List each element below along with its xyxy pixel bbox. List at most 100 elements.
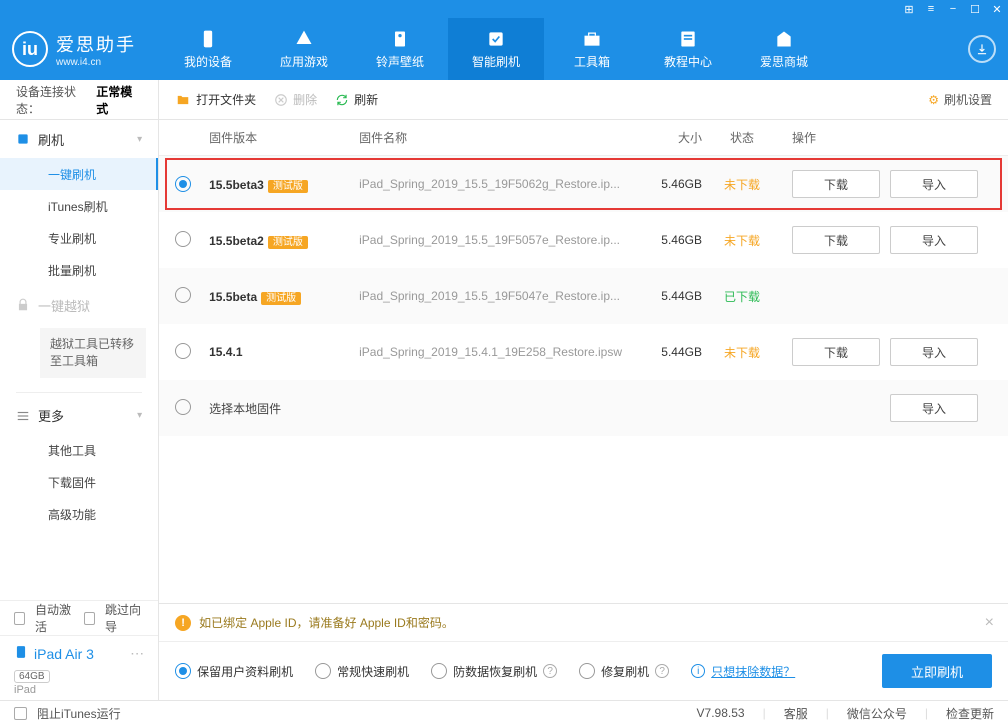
help-icon[interactable]: ? <box>655 664 669 678</box>
device-name[interactable]: iPad Air 3 <box>34 646 94 662</box>
import-button[interactable]: 导入 <box>890 338 978 366</box>
download-manager-icon[interactable] <box>968 35 996 63</box>
main-pane: 打开文件夹 删除 刷新 ⚙ 刷机设置 固件版本 固件名称 大小 状态 操作 15… <box>159 80 1008 700</box>
nav-apps[interactable]: 应用游戏 <box>256 18 352 80</box>
device-icon <box>14 644 28 663</box>
sidebar-section-more[interactable]: 更多 ▾ <box>0 397 158 435</box>
firmware-radio[interactable] <box>175 287 191 303</box>
flash-settings-button[interactable]: ⚙ 刷机设置 <box>928 91 992 108</box>
firmware-radio[interactable] <box>175 343 191 359</box>
device-more-icon[interactable]: ⋯ <box>130 645 144 662</box>
nav-device[interactable]: 我的设备 <box>160 18 256 80</box>
refresh-button[interactable]: 刷新 <box>335 91 378 108</box>
sidebar-section-flash[interactable]: 刷机 ▾ <box>0 120 158 158</box>
minimize-button[interactable]: − <box>946 3 960 15</box>
firmware-row[interactable]: 15.4.1 iPad_Spring_2019_15.4.1_19E258_Res… <box>159 324 1008 380</box>
radio-keep-data[interactable] <box>175 663 191 679</box>
sidebar-item[interactable]: 专业刷机 <box>0 222 158 254</box>
conn-label: 设备连接状态： <box>16 83 96 117</box>
flash-head-label: 刷机 <box>38 130 64 149</box>
auto-activate-label: 自动激活 <box>35 601 74 635</box>
app-logo[interactable]: iu 爱思助手 www.i4.cn <box>12 31 136 68</box>
opt3-label: 防数据恢复刷机 <box>453 663 537 680</box>
wechat-link[interactable]: 微信公众号 <box>847 705 907 722</box>
top-nav: iu 爱思助手 www.i4.cn 我的设备应用游戏铃声壁纸智能刷机工具箱教程中… <box>0 18 1008 80</box>
import-button[interactable]: 导入 <box>890 170 978 198</box>
option-keep-data[interactable]: 保留用户资料刷机 <box>175 663 293 680</box>
nav-tutorials[interactable]: 教程中心 <box>640 18 736 80</box>
download-button[interactable]: 下载 <box>792 226 880 254</box>
sidebar-item[interactable]: 高级功能 <box>0 499 158 531</box>
app-name: 爱思助手 <box>56 31 136 57</box>
folder-icon <box>175 93 191 107</box>
logo-badge-icon: iu <box>12 31 48 67</box>
firmware-row[interactable]: 15.5beta测试版iPad_Spring_2019_15.5_19F5047… <box>159 268 1008 324</box>
warning-close-icon[interactable]: × <box>985 614 994 632</box>
firmware-row[interactable]: 15.5beta2测试版iPad_Spring_2019_15.5_19F505… <box>159 212 1008 268</box>
opt2-label: 常规快速刷机 <box>337 663 409 680</box>
col-version: 固件版本 <box>209 129 359 146</box>
nav-label: 爱思商城 <box>760 53 808 70</box>
import-button[interactable]: 导入 <box>890 394 978 422</box>
maximize-button[interactable]: ☐ <box>968 3 982 16</box>
statusbar: 阻止iTunes运行 V7.98.53 | 客服 | 微信公众号 | 检查更新 <box>0 700 1008 725</box>
download-button[interactable]: 下载 <box>792 338 880 366</box>
nav-toolbox[interactable]: 工具箱 <box>544 18 640 80</box>
nav-flash[interactable]: 智能刷机 <box>448 18 544 80</box>
nav-icon <box>678 29 698 49</box>
erase-data-link[interactable]: 只想抹除数据？ <box>711 663 795 680</box>
download-button[interactable]: 下载 <box>792 170 880 198</box>
sidebar-item[interactable]: 其他工具 <box>0 435 158 467</box>
option-repair[interactable]: 修复刷机 ? <box>579 663 669 680</box>
firmware-radio[interactable] <box>175 399 191 415</box>
firmware-row[interactable]: 15.5beta3测试版iPad_Spring_2019_15.5_19F506… <box>159 156 1008 212</box>
firmware-version: 15.5beta3 <box>209 178 264 192</box>
sidebar-item[interactable]: 一键刷机 <box>0 158 158 190</box>
skip-guide-checkbox[interactable] <box>84 612 95 625</box>
grid-icon[interactable]: ⊞ <box>902 3 916 16</box>
block-itunes-checkbox[interactable] <box>14 707 27 720</box>
warning-text: 如已绑定 Apple ID，请准备好 Apple ID和密码。 <box>199 614 454 631</box>
nav-icon <box>198 29 218 49</box>
firmware-size: 5.46GB <box>632 177 702 191</box>
nav-store[interactable]: 爱思商城 <box>736 18 832 80</box>
radio-normal[interactable] <box>315 663 331 679</box>
firmware-status: 未下载 <box>702 232 782 249</box>
col-status: 状态 <box>702 129 782 146</box>
check-update-link[interactable]: 检查更新 <box>946 705 994 722</box>
open-folder-button[interactable]: 打开文件夹 <box>175 91 256 108</box>
conn-value: 正常模式 <box>96 83 142 117</box>
gear-icon: ⚙ <box>928 93 939 107</box>
firmware-version: 15.5beta <box>209 290 257 304</box>
radio-repair[interactable] <box>579 663 595 679</box>
beta-badge: 测试版 <box>261 292 301 305</box>
sidebar: 设备连接状态： 正常模式 刷机 ▾ 一键刷机iTunes刷机专业刷机批量刷机 一… <box>0 80 159 700</box>
auto-activate-checkbox[interactable] <box>14 612 25 625</box>
firmware-filename: iPad_Spring_2019_15.4.1_19E258_Restore.i… <box>359 345 632 359</box>
import-button[interactable]: 导入 <box>890 226 978 254</box>
sidebar-item[interactable]: iTunes刷机 <box>0 190 158 222</box>
local-firmware-row[interactable]: 选择本地固件导入 <box>159 380 1008 436</box>
firmware-radio[interactable] <box>175 176 191 192</box>
flash-settings-label: 刷机设置 <box>944 91 992 108</box>
firmware-version: 15.4.1 <box>209 345 242 359</box>
sidebar-item[interactable]: 批量刷机 <box>0 254 158 286</box>
info-icon[interactable]: i <box>691 664 705 678</box>
nav-ringtones[interactable]: 铃声壁纸 <box>352 18 448 80</box>
option-normal[interactable]: 常规快速刷机 <box>315 663 409 680</box>
flash-now-button[interactable]: 立即刷机 <box>882 654 992 688</box>
firmware-size: 5.46GB <box>632 233 702 247</box>
help-icon[interactable]: ? <box>543 664 557 678</box>
option-anti-recovery[interactable]: 防数据恢复刷机 ? <box>431 663 557 680</box>
flash-icon <box>16 132 30 146</box>
firmware-radio[interactable] <box>175 231 191 247</box>
device-storage: 64GB <box>14 670 50 683</box>
radio-anti-recovery[interactable] <box>431 663 447 679</box>
firmware-status: 已下载 <box>702 288 782 305</box>
warning-bar: ! 如已绑定 Apple ID，请准备好 Apple ID和密码。 × <box>159 603 1008 641</box>
firmware-status: 未下载 <box>702 344 782 361</box>
close-button[interactable]: ✕ <box>990 3 1004 16</box>
sidebar-item[interactable]: 下载固件 <box>0 467 158 499</box>
menu-toggle-icon[interactable]: ≡ <box>924 3 938 15</box>
support-link[interactable]: 客服 <box>784 705 808 722</box>
